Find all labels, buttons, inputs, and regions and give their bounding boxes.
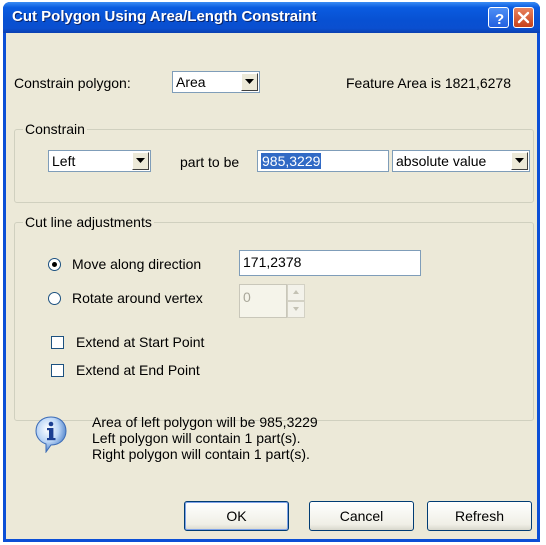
- chevron-down-icon[interactable]: [132, 152, 149, 170]
- move-along-direction-label[interactable]: Move along direction: [72, 256, 201, 272]
- chevron-down-icon[interactable]: [511, 152, 528, 170]
- rotate-around-vertex-radio[interactable]: [48, 292, 61, 305]
- spinner-down-icon: [287, 301, 305, 318]
- rotate-angle-spinner: 0: [239, 284, 305, 318]
- help-icon: ?: [495, 11, 504, 28]
- extend-end-checkbox[interactable]: [51, 364, 64, 377]
- extend-start-checkbox[interactable]: [51, 336, 64, 349]
- dialog-window: Cut Polygon Using Area/Length Constraint…: [3, 2, 540, 542]
- info-icon: [35, 416, 67, 453]
- constrain-group-legend: Constrain: [23, 121, 87, 137]
- window-title: Cut Polygon Using Area/Length Constraint: [12, 8, 317, 25]
- close-icon: [517, 11, 530, 24]
- value-mode-select[interactable]: absolute value: [392, 150, 530, 172]
- close-button[interactable]: [513, 7, 534, 28]
- constrain-polygon-label: Constrain polygon:: [14, 75, 131, 91]
- rotate-around-vertex-label[interactable]: Rotate around vertex: [72, 290, 203, 306]
- help-button[interactable]: ?: [488, 7, 509, 28]
- rotate-angle-value: 0: [243, 289, 251, 305]
- feature-area-text: Feature Area is 1821,6278: [346, 75, 512, 91]
- cut-line-adjustments-legend: Cut line adjustments: [23, 214, 154, 230]
- amount-value: 985,3229: [261, 153, 322, 169]
- move-along-direction-radio[interactable]: [48, 258, 61, 271]
- svg-text:?: ?: [495, 11, 504, 28]
- amount-input[interactable]: 985,3229: [257, 150, 389, 172]
- ok-button-label: OK: [226, 508, 247, 524]
- radio-selected-dot: [52, 262, 57, 267]
- info-line-1: Area of left polygon will be 985,3229: [92, 414, 318, 430]
- constrain-polygon-value: Area: [176, 74, 206, 90]
- side-select[interactable]: Left: [48, 150, 151, 172]
- spinner-up-icon: [287, 284, 305, 301]
- refresh-button-label: Refresh: [454, 508, 505, 524]
- ok-button[interactable]: OK: [184, 501, 289, 531]
- cancel-button-label: Cancel: [339, 508, 384, 524]
- extend-end-label[interactable]: Extend at End Point: [76, 362, 200, 378]
- refresh-button[interactable]: Refresh: [427, 501, 532, 531]
- dialog-client-area: Constrain polygon: Area Feature Area is …: [6, 33, 537, 539]
- value-mode-value: absolute value: [396, 153, 487, 169]
- move-distance-input[interactable]: 171,2378: [239, 250, 421, 276]
- part-to-be-label: part to be: [180, 154, 240, 170]
- title-bar[interactable]: Cut Polygon Using Area/Length Constraint…: [3, 2, 540, 33]
- constrain-polygon-select[interactable]: Area: [172, 71, 260, 93]
- side-value: Left: [52, 153, 76, 169]
- cancel-button[interactable]: Cancel: [309, 501, 414, 531]
- info-line-2: Left polygon will contain 1 part(s).: [92, 430, 301, 446]
- chevron-down-icon[interactable]: [241, 73, 258, 91]
- info-line-3: Right polygon will contain 1 part(s).: [92, 446, 310, 462]
- move-distance-value: 171,2378: [243, 254, 302, 270]
- extend-start-label[interactable]: Extend at Start Point: [76, 334, 204, 350]
- rotate-angle-field: 0: [239, 284, 287, 318]
